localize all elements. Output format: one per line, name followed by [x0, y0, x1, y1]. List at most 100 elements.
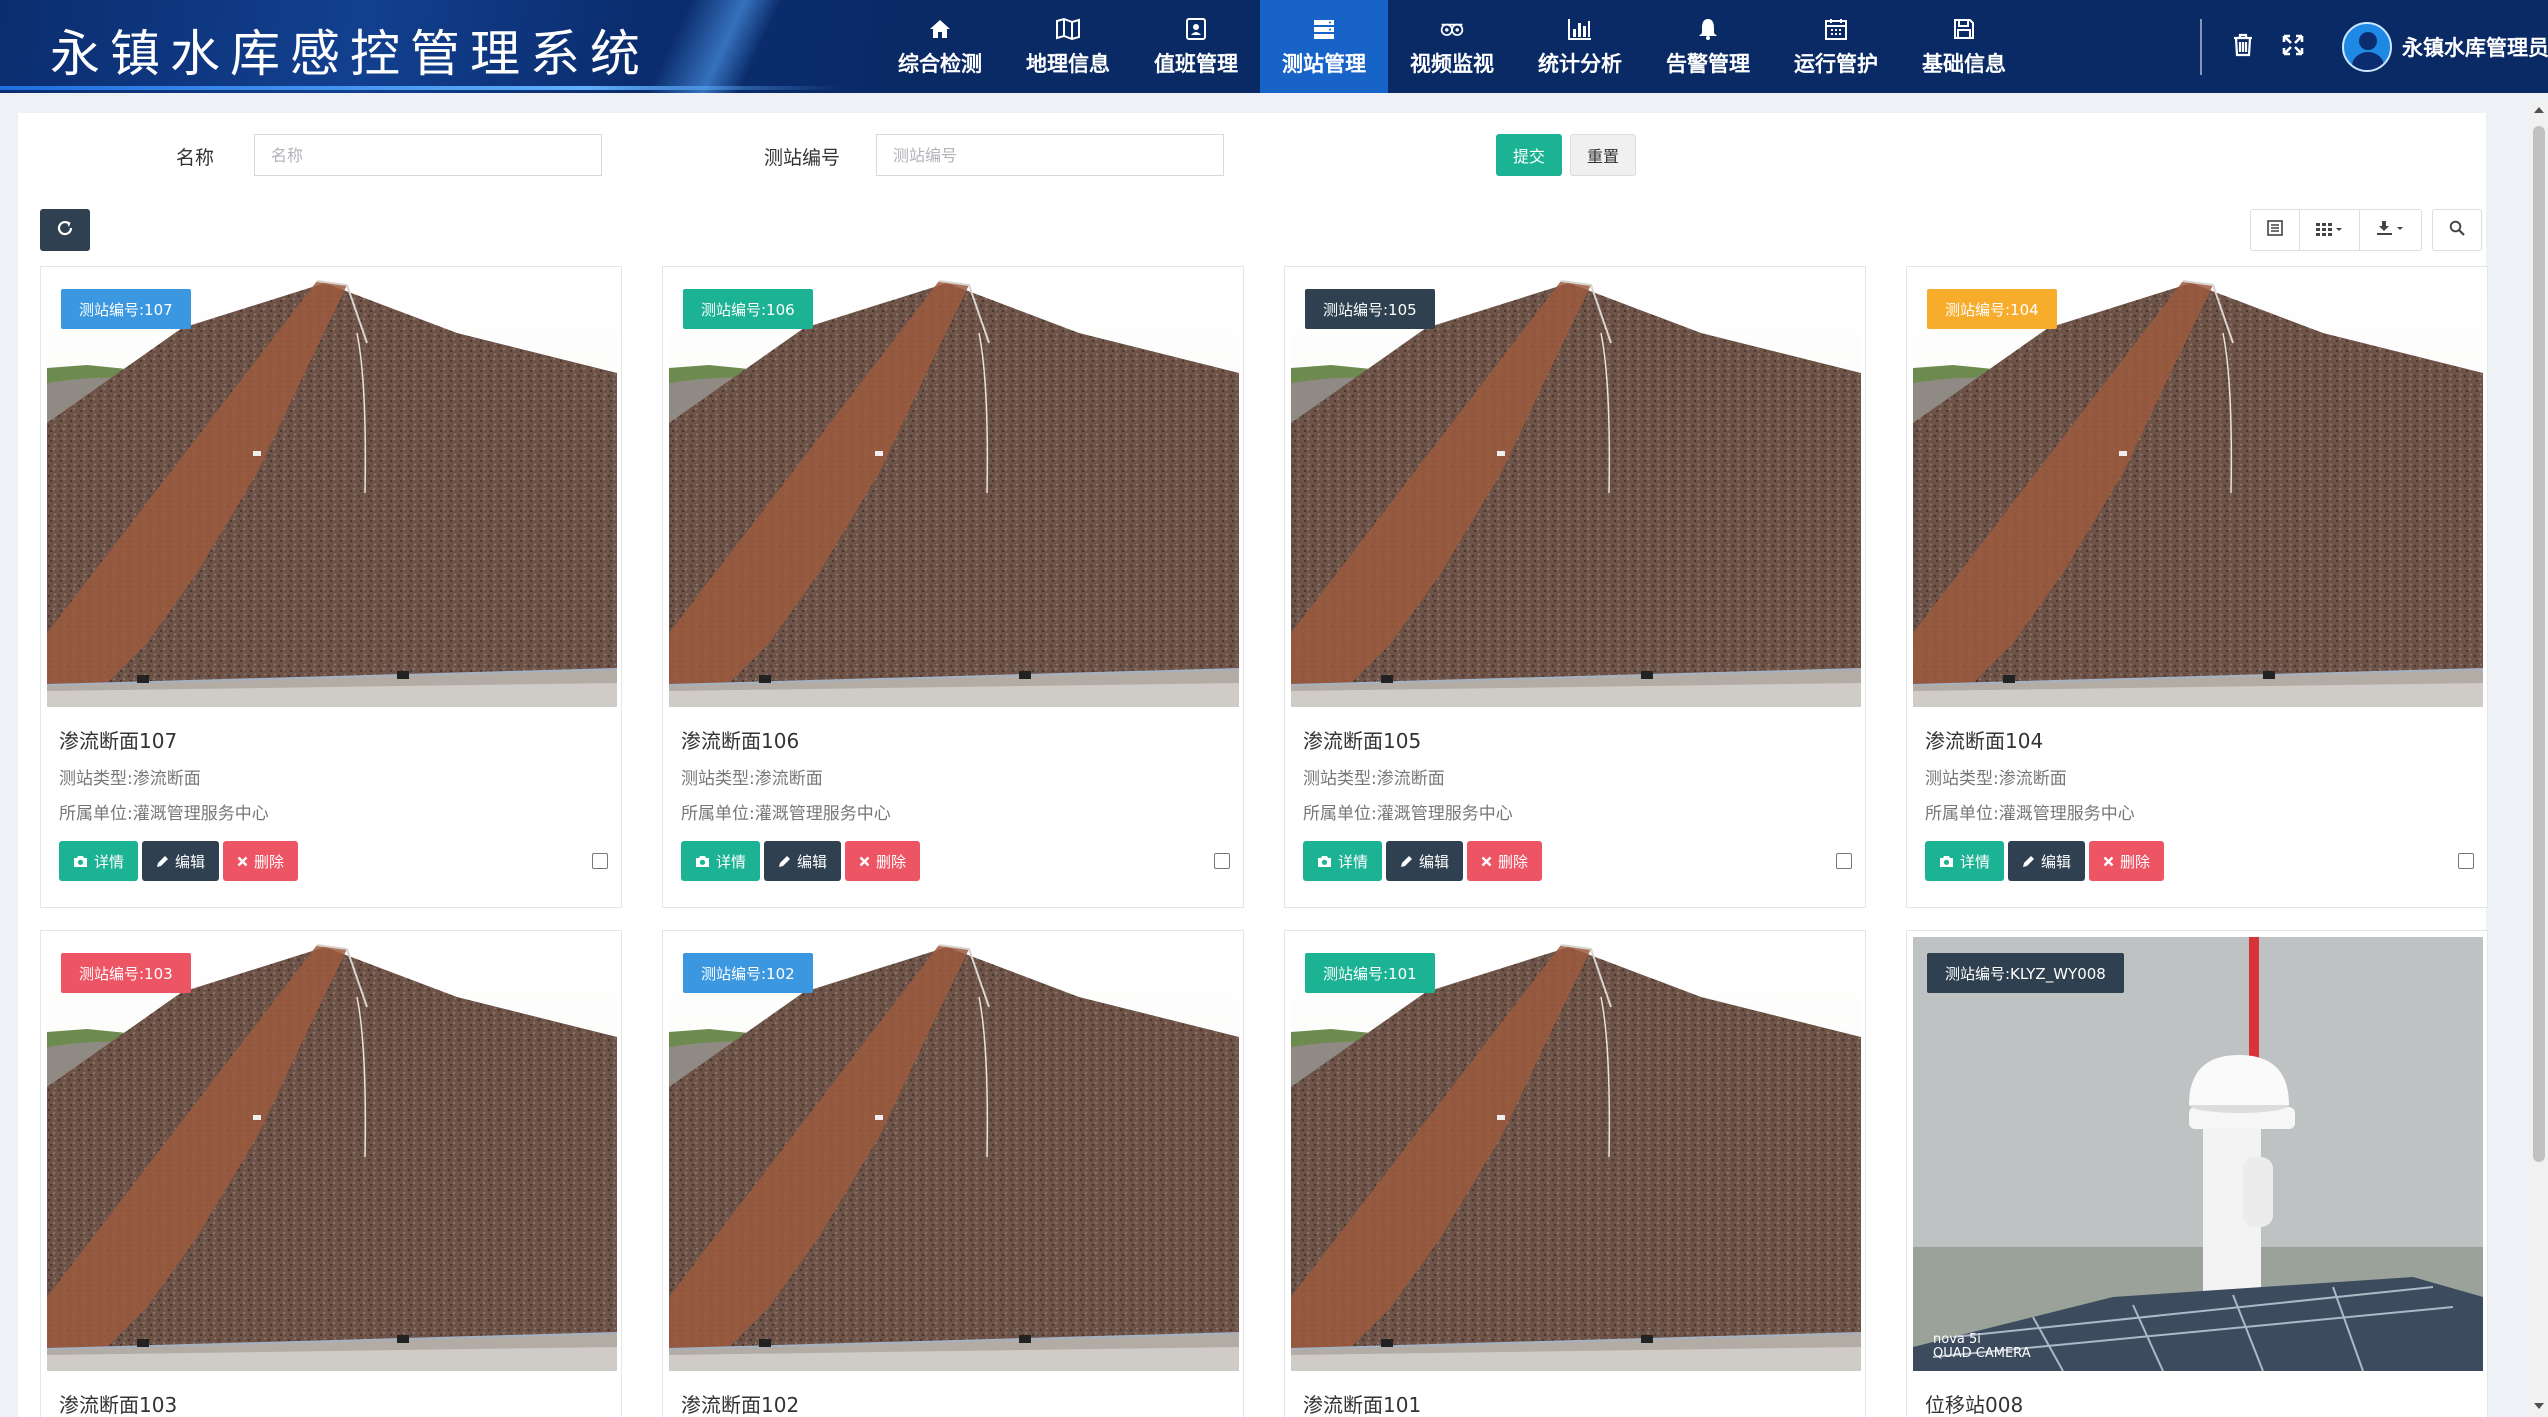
- delete-button[interactable]: 删除: [1467, 841, 1543, 881]
- reset-button[interactable]: 重置: [1570, 134, 1636, 176]
- export-button[interactable]: [2360, 209, 2422, 251]
- columns-button[interactable]: [2300, 209, 2360, 251]
- select-checkbox[interactable]: [592, 853, 608, 869]
- list-icon: [2267, 220, 2283, 240]
- detail-button[interactable]: 详情: [59, 841, 139, 881]
- pencil-icon: [156, 855, 169, 868]
- station-code-input[interactable]: [876, 134, 1224, 176]
- user-name[interactable]: 永镇水库管理员: [2402, 32, 2548, 62]
- delete-label: 删除: [876, 852, 907, 871]
- nav-label: 统计分析: [1538, 51, 1622, 76]
- nav-item-geo[interactable]: 地理信息: [1004, 0, 1132, 93]
- station-code-badge: 测站编号:105: [1305, 289, 1435, 329]
- header-separator: [2200, 18, 2202, 75]
- map-icon: [1055, 16, 1081, 42]
- refresh-button[interactable]: [40, 209, 90, 251]
- station-title: 渗流断面101: [1303, 1393, 1422, 1417]
- download-icon: [2376, 220, 2406, 240]
- edit-button[interactable]: 编辑: [142, 841, 220, 881]
- server-icon: [1311, 16, 1337, 42]
- edit-label: 编辑: [175, 852, 206, 871]
- submit-button[interactable]: 提交: [1496, 134, 1562, 176]
- select-checkbox[interactable]: [2458, 853, 2474, 869]
- station-title: 渗流断面106: [681, 729, 800, 753]
- station-card: 测站编号:106 渗流断面106 测站类型:渗流断面 所属单位:灌溉管理服务中心 详…: [662, 266, 1244, 908]
- edit-button[interactable]: 编辑: [1386, 841, 1464, 881]
- station-code-badge: 测站编号:KLYZ_WY008: [1927, 953, 2124, 993]
- station-photo: [1291, 273, 1861, 707]
- system-title: 永镇水库感控管理系统: [50, 25, 650, 83]
- camera-watermark: nova 5i QUAD CAMERA: [1933, 1332, 2031, 1361]
- name-input[interactable]: [254, 134, 602, 176]
- detail-button[interactable]: 详情: [1303, 841, 1383, 881]
- bell-icon: [1695, 16, 1721, 42]
- card-actions: 详情 编辑 删除: [1303, 841, 1543, 881]
- avatar-head: [2359, 31, 2377, 50]
- station-code-badge: 测站编号:103: [61, 953, 191, 993]
- delete-button[interactable]: 删除: [223, 841, 299, 881]
- top-header: 永镇水库感控管理系统 综合检测 地理信息 值班管理 测站管理 视频监视 统计分析…: [0, 0, 2548, 93]
- nav-item-overview[interactable]: 综合检测: [876, 0, 1004, 93]
- select-checkbox[interactable]: [1214, 853, 1230, 869]
- delete-label: 删除: [254, 852, 285, 871]
- edit-button[interactable]: 编辑: [2008, 841, 2086, 881]
- delete-button[interactable]: 删除: [845, 841, 921, 881]
- home-icon: [927, 16, 953, 42]
- card-actions: 详情 编辑 删除: [1925, 841, 2165, 881]
- station-title: 渗流断面105: [1303, 729, 1422, 753]
- edit-button[interactable]: 编辑: [764, 841, 842, 881]
- station-photo: [669, 273, 1239, 707]
- header-accent-line: [0, 86, 840, 90]
- scrollbar-thumb[interactable]: [2533, 126, 2545, 1162]
- station-card: 测站编号:107 渗流断面107 测站类型:渗流断面 所属单位:灌溉管理服务中心 详…: [40, 266, 622, 908]
- station-unit: 所属单位:灌溉管理服务中心: [1303, 804, 1513, 824]
- delete-label: 删除: [2120, 852, 2151, 871]
- nav-label: 告警管理: [1666, 51, 1750, 76]
- station-title: 渗流断面103: [59, 1393, 178, 1417]
- nav-item-video[interactable]: 视频监视: [1388, 0, 1516, 93]
- scroll-up-arrow[interactable]: [2532, 102, 2546, 116]
- delete-label: 删除: [1498, 852, 1529, 871]
- delete-button[interactable]: 删除: [2089, 841, 2165, 881]
- station-card: 测站编号:102 渗流断面102: [662, 930, 1244, 1417]
- camera-icon: [1439, 16, 1465, 42]
- detail-label: 详情: [1338, 852, 1369, 871]
- station-title: 位移站008: [1925, 1393, 2024, 1417]
- nav-item-stats[interactable]: 统计分析: [1516, 0, 1644, 93]
- select-checkbox[interactable]: [1836, 853, 1852, 869]
- search-toggle-button[interactable]: [2432, 209, 2482, 251]
- user-avatar[interactable]: [2342, 21, 2392, 72]
- station-type: 测站类型:渗流断面: [1925, 769, 2067, 789]
- calendar-icon: [1823, 16, 1849, 42]
- station-code-label: 测站编号: [764, 147, 841, 169]
- avatar-body: [2352, 51, 2384, 70]
- station-title: 渗流断面107: [59, 729, 178, 753]
- save-icon: [1951, 16, 1977, 42]
- nav-label: 视频监视: [1410, 51, 1494, 76]
- nav-item-stations[interactable]: 测站管理: [1260, 0, 1388, 93]
- clear-cache-button[interactable]: [2226, 30, 2260, 64]
- edit-label: 编辑: [2041, 852, 2072, 871]
- nav-item-duty[interactable]: 值班管理: [1132, 0, 1260, 93]
- pencil-icon: [2022, 855, 2035, 868]
- fullscreen-button[interactable]: [2276, 30, 2310, 64]
- nav-label: 地理信息: [1026, 51, 1110, 76]
- nav-item-basic-info[interactable]: 基础信息: [1900, 0, 2028, 93]
- detail-label: 详情: [1960, 852, 1991, 871]
- nav-item-maintenance[interactable]: 运行管护: [1772, 0, 1900, 93]
- detail-button[interactable]: 详情: [1925, 841, 2005, 881]
- scroll-down-arrow[interactable]: [2532, 1398, 2546, 1412]
- refresh-icon: [56, 219, 74, 241]
- toggle-view-button[interactable]: [2250, 209, 2300, 251]
- close-icon: [2103, 856, 2114, 867]
- station-photo: nova 5i QUAD CAMERA: [1913, 937, 2483, 1371]
- table-toolbar: [2250, 209, 2482, 251]
- detail-button[interactable]: 详情: [681, 841, 761, 881]
- camera-icon: [73, 855, 88, 868]
- camera-icon: [1317, 855, 1332, 868]
- card-actions: 详情 编辑 删除: [681, 841, 921, 881]
- main-nav: 综合检测 地理信息 值班管理 测站管理 视频监视 统计分析 告警管理 运行管护 …: [876, 0, 2028, 93]
- station-card: 测站编号:105 渗流断面105 测站类型:渗流断面 所属单位:灌溉管理服务中心 详…: [1284, 266, 1866, 908]
- nav-item-alarms[interactable]: 告警管理: [1644, 0, 1772, 93]
- contact-card-icon: [1183, 16, 1209, 42]
